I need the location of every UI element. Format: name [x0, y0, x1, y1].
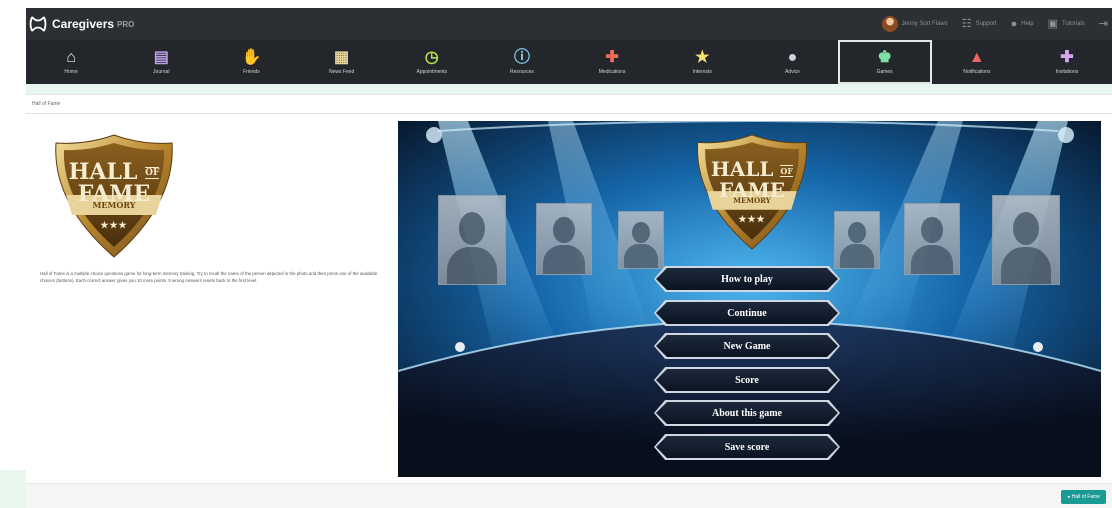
support-label: Support: [975, 21, 997, 27]
nav-item-games[interactable]: ♚ Games: [837, 40, 932, 84]
top-right-menu: Jenny Sort Flaws ☷ Support ● Help ▣ Tuto…: [881, 8, 1108, 40]
game-description: Hall of Fame is a multiple choice questi…: [40, 271, 378, 283]
nav-item-interests[interactable]: ★ Interests: [657, 40, 747, 84]
add-user-icon: ✚: [1060, 48, 1074, 66]
journal-icon: ▤: [153, 48, 169, 66]
footer: ◂ Hall of Fame: [26, 483, 1112, 508]
game-shield-stars: ★★★: [738, 215, 766, 225]
nav-label: Medications: [598, 68, 626, 75]
avatar: [881, 16, 898, 32]
breadcrumb-bar: Hall of Fame: [26, 94, 1112, 114]
shield-stars: ★★★: [100, 221, 128, 231]
nav-label: Journal: [153, 68, 170, 75]
nav-label: Appointments: [416, 68, 448, 75]
page: Caregivers PRO Jenny Sort Flaws ☷ Suppor…: [0, 0, 1112, 508]
top-bar: Caregivers PRO Jenny Sort Flaws ☷ Suppor…: [26, 8, 1112, 40]
menu-button-continue[interactable]: Continue: [656, 302, 838, 324]
caregivers-logo-icon: [29, 16, 47, 32]
nav-item-invitations[interactable]: ✚ Invitations: [1022, 40, 1112, 84]
nav-label: News Feed: [328, 68, 355, 75]
hall-of-fame-button[interactable]: ◂ Hall of Fame: [1061, 490, 1106, 504]
portrait-placeholder: [438, 195, 506, 285]
chat-icon: ●: [787, 48, 798, 66]
tutorials-link[interactable]: ▣ Tutorials: [1047, 17, 1085, 30]
nav-label: Invitations: [1055, 68, 1079, 75]
menu-button-save-score[interactable]: Save score: [656, 436, 838, 458]
help-label: Help: [1021, 21, 1034, 27]
newspaper-icon: ▦: [334, 48, 350, 66]
support-link[interactable]: ☷ Support: [961, 17, 997, 30]
help-icon: ●: [1010, 17, 1018, 30]
footer-accent: [0, 470, 26, 508]
nav-label: Interests: [692, 68, 712, 75]
game-canvas[interactable]: HALL OF FAME MEMORY ★★★ How to play Conti…: [398, 121, 1101, 477]
game-shield-subtitle: MEMORY: [733, 196, 771, 205]
info-icon: ⓘ: [513, 48, 530, 66]
clock-icon: ◷: [424, 48, 439, 66]
star-icon: ★: [695, 48, 710, 66]
menu-button-new-game[interactable]: New Game: [656, 335, 838, 357]
nav-item-appointments[interactable]: ◷ Appointments: [387, 40, 477, 84]
portrait-placeholder: [834, 211, 880, 269]
nav-label: Notifications: [963, 68, 991, 75]
nav-item-advice[interactable]: ● Advice: [747, 40, 837, 84]
trophy-icon: ♚: [877, 48, 892, 66]
nav-label: Games: [876, 68, 893, 75]
nav-item-resources[interactable]: ⓘ Resources: [477, 40, 567, 84]
logout-icon[interactable]: ⇥: [1099, 18, 1108, 30]
menu-button-score[interactable]: Score: [656, 369, 838, 391]
nav-label: Resources: [509, 68, 534, 75]
brand-pro: PRO: [117, 19, 135, 29]
nav-item-home[interactable]: ⌂ Home: [26, 40, 116, 84]
hall-of-fame-logo: HALL OF FAME MEMORY ★★★: [52, 133, 176, 259]
portrait-placeholder: [904, 203, 960, 275]
help-link[interactable]: ● Help: [1010, 17, 1034, 30]
main-nav: ⌂ Home ▤ Journal ✋ Friends ▦ News Feed ◷ Appointm…: [26, 40, 1112, 84]
handshake-icon: ✋: [241, 48, 262, 66]
hall-of-fame-button-label: Hall of Fame: [1071, 494, 1100, 500]
nav-item-notifications[interactable]: ▲ Notifications: [932, 40, 1022, 84]
medkit-icon: ✚: [605, 48, 619, 66]
nav-item-news-feed[interactable]: ▦ News Feed: [297, 40, 387, 84]
brand-name: Caregivers: [52, 17, 115, 31]
nav-item-journal[interactable]: ▤ Journal: [116, 40, 206, 84]
play-icon: ◂: [1067, 494, 1070, 500]
portrait-placeholder: [536, 203, 592, 275]
nav-label: Home: [64, 68, 78, 75]
brand[interactable]: Caregivers PRO: [28, 14, 134, 34]
nav-item-medications[interactable]: ✚ Medications: [567, 40, 657, 84]
user-name: Jenny Sort Flaws: [901, 21, 948, 27]
breadcrumb: Hall of Fame: [32, 101, 61, 107]
user-menu[interactable]: Jenny Sort Flaws: [881, 16, 948, 32]
menu-button-how-to-play[interactable]: How to play: [656, 268, 838, 290]
home-icon: ⌂: [66, 48, 76, 66]
nav-label: Advice: [784, 68, 800, 75]
bell-icon: ▲: [968, 48, 985, 66]
tutorial-icon: ▣: [1047, 17, 1058, 30]
menu-button-about-this-game[interactable]: About this game: [656, 402, 838, 424]
portrait-placeholder: [992, 195, 1060, 285]
portrait-placeholder: [618, 211, 664, 269]
game-hall-of-fame-logo: HALL OF FAME MEMORY ★★★: [694, 133, 810, 251]
nav-label: Friends: [243, 68, 260, 75]
tutorials-label: Tutorials: [1061, 21, 1085, 27]
support-icon: ☷: [961, 17, 972, 30]
shield-subtitle: MEMORY: [92, 200, 136, 210]
nav-item-friends[interactable]: ✋ Friends: [206, 40, 296, 84]
nav-divider: [26, 84, 1112, 94]
